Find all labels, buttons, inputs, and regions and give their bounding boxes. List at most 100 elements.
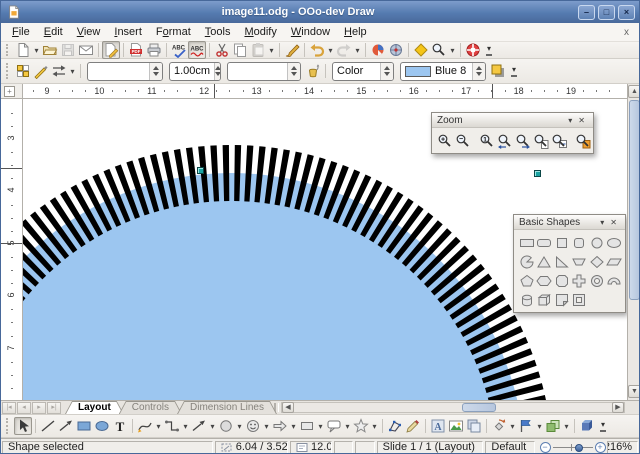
line-button[interactable] [39,417,57,435]
basic-shapes-palette-close-icon[interactable]: ✕ [607,218,620,227]
fill-color-spinner[interactable] [472,63,485,80]
menu-edit[interactable]: Edit [37,24,70,40]
zoom-next-button[interactable] [514,131,532,150]
zoom-dropdown[interactable]: ▾ [448,46,457,55]
block-arrows-button[interactable] [271,417,289,435]
fill-color-select[interactable]: Blue 8 [400,62,486,81]
horizontal-ruler[interactable]: 910111213141516171819 [23,84,627,99]
line-dialog-button[interactable] [32,62,50,80]
stars-button[interactable] [352,417,370,435]
toolbar-grip[interactable] [6,44,11,55]
arrange-button[interactable] [544,417,562,435]
curve-dropdown[interactable]: ▾ [154,422,163,431]
selection-handle[interactable] [197,167,204,174]
zoom-out-icon[interactable]: − [540,442,551,453]
menu-view[interactable]: View [70,24,108,40]
scroll-right-icon[interactable]: ▶ [612,402,624,413]
rotate-button[interactable] [490,417,508,435]
menu-help[interactable]: Help [337,24,374,40]
minimize-button[interactable]: – [578,5,595,20]
line-style-select[interactable] [87,62,163,81]
spellcheck-button[interactable]: ABC [170,41,188,59]
arrange-dropdown[interactable]: ▾ [562,422,571,431]
help-button[interactable] [464,41,482,59]
shape-right-triangle[interactable] [553,253,570,270]
alignment-dropdown[interactable]: ▾ [535,422,544,431]
display-grid-button[interactable] [412,41,430,59]
arrow-style-dropdown[interactable]: ▾ [68,67,77,76]
shape-diamond[interactable] [588,253,605,270]
maximize-button[interactable]: □ [598,5,615,20]
toolbar-overflow-button[interactable]: ▾ [511,65,517,77]
menu-modify[interactable]: Modify [237,24,283,40]
block-arrows-dropdown[interactable]: ▾ [289,422,298,431]
last-slide-button[interactable]: ▸| [47,402,61,414]
symbol-shapes-dropdown[interactable]: ▾ [262,422,271,431]
close-button[interactable]: × [618,5,635,20]
stars-dropdown[interactable]: ▾ [370,422,379,431]
shape-frame[interactable] [571,291,588,308]
shape-trapezoid[interactable] [571,253,588,270]
line-width-input[interactable]: 1.00cm [169,62,221,81]
callouts-dropdown[interactable]: ▾ [343,422,352,431]
document-close-button[interactable]: x [618,27,635,38]
zoom-page-width-button[interactable] [550,131,568,150]
object-size[interactable]: 12.00 x 11.56 [290,441,332,454]
next-slide-button[interactable]: ▸ [32,402,46,414]
shape-ring[interactable] [588,272,605,289]
connector-dropdown[interactable]: ▾ [181,422,190,431]
tab-controls[interactable]: Controls [119,401,182,414]
line-style-spinner[interactable] [149,63,162,80]
basic-shapes-palette-titlebar[interactable]: Basic Shapes ▾ ✕ [514,215,625,230]
area-dialog-button[interactable] [304,62,322,80]
menu-format[interactable]: Format [149,24,198,40]
glue-points-button[interactable] [404,417,422,435]
redo-dropdown[interactable]: ▾ [353,46,362,55]
line-color-spinner[interactable] [287,63,300,80]
shape-rectangle[interactable] [518,234,535,251]
redo-button[interactable] [335,41,353,59]
shadow-button[interactable] [489,62,507,80]
scroll-down-icon[interactable]: ▼ [628,385,640,398]
paste-dropdown[interactable]: ▾ [267,46,276,55]
shape-circle[interactable] [588,234,605,251]
lines-and-arrows-button[interactable] [190,417,208,435]
styles-button[interactable] [14,62,32,80]
first-slide-button[interactable]: |◂ [2,402,16,414]
undo-button[interactable] [308,41,326,59]
connector-button[interactable] [163,417,181,435]
drawing-canvas[interactable]: Zoom ▾ ✕ +−1 Basic Shapes ▾ ✕ [23,99,627,400]
shape-circle-pie[interactable] [518,253,535,270]
zoom-palette-close-icon[interactable]: ✕ [575,116,588,125]
zoom-previous-button[interactable] [496,131,514,150]
zoom-button[interactable] [430,41,448,59]
vertical-scroll-thumb[interactable] [629,100,640,300]
zoom-in-icon[interactable]: + [595,442,606,453]
zoom-entire-page-button[interactable] [532,131,550,150]
save-button[interactable] [59,41,77,59]
curve-button[interactable] [136,417,154,435]
email-document-button[interactable] [77,41,95,59]
callouts-button[interactable] [325,417,343,435]
basic-shapes-button[interactable] [217,417,235,435]
copy-button[interactable] [231,41,249,59]
slide-indicator[interactable]: Slide 1 / 1 (Layout) [377,441,484,454]
gallery-button[interactable] [465,417,483,435]
vertical-scrollbar[interactable]: ▲ ▼ [627,84,640,400]
flowcharts-dropdown[interactable]: ▾ [316,422,325,431]
scroll-left-icon[interactable]: ◀ [282,402,294,413]
text-button[interactable]: T [111,417,129,435]
previous-slide-button[interactable]: ◂ [17,402,31,414]
lines-and-arrows-dropdown[interactable]: ▾ [208,422,217,431]
horizontal-scrollbar[interactable]: ◀ ▶ [281,402,625,413]
flowcharts-button[interactable] [298,417,316,435]
shape-hexagon[interactable] [536,272,553,289]
object-zoom-button[interactable] [574,131,592,150]
shape-cylinder[interactable] [518,291,535,308]
area-style-select[interactable]: Color [332,62,394,81]
paste-button[interactable] [249,41,267,59]
new-document-dropdown[interactable]: ▾ [32,46,41,55]
extrusion-on-off-button[interactable] [578,417,596,435]
new-document-button[interactable] [14,41,32,59]
ellipse-button[interactable] [93,417,111,435]
